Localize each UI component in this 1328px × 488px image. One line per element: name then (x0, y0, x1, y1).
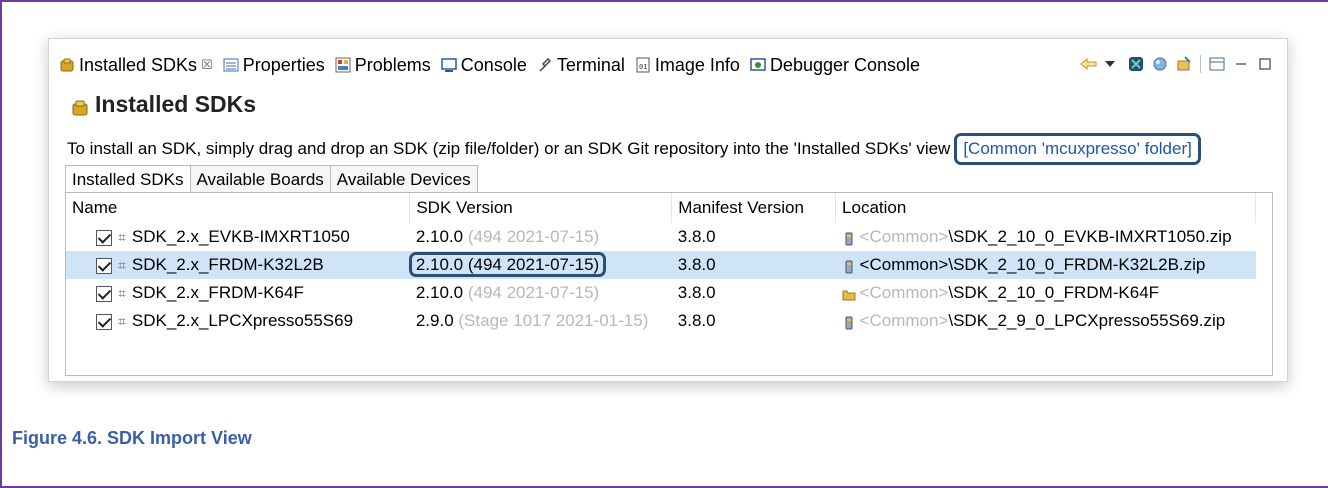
checkbox[interactable] (96, 257, 112, 274)
manifest-version: 3.8.0 (677, 227, 716, 246)
tab-installed-sdks-inner[interactable]: Installed SDKs (65, 165, 191, 193)
column-header-location[interactable]: Location (835, 193, 1256, 223)
view-menu-icon[interactable] (1209, 56, 1225, 72)
instruction-line: To install an SDK, simply drag and drop … (67, 133, 1201, 165)
column-header-sdk-version[interactable]: SDK Version (409, 193, 673, 223)
tab-label: Properties (242, 54, 325, 75)
sdk-version-detail: (Stage 1017 2021-01-15) (458, 311, 649, 330)
sdk-table: Name SDK Version Manifest Version Locati… (66, 193, 1256, 335)
image-info-icon: 01 (635, 57, 651, 73)
sdk-name: SDK_2.x_FRDM-K32L2B (131, 255, 324, 274)
table-header-row: Name SDK Version Manifest Version Locati… (66, 193, 1256, 223)
tab-label: Console (460, 54, 527, 75)
tab-debugger-console[interactable]: Debugger Console (750, 55, 920, 76)
sdk-icon (71, 96, 89, 115)
manifest-version: 3.8.0 (677, 283, 716, 302)
table-row[interactable]: ⌗ SDK_2.x_LPCXpresso55S69 2.9.0 (Stage 10… (66, 307, 1256, 335)
problems-icon (335, 57, 351, 73)
sdk-name: SDK_2.x_EVKB-IMXRT1050 (131, 227, 350, 246)
checkbox[interactable] (96, 285, 112, 302)
sdk-version-detail: (494 2021-07-15) (467, 255, 600, 274)
ide-screenshot: Installed SDKs ☒ Properties Problems Con… (48, 38, 1288, 382)
sdk-package-icon: ⌗ (118, 313, 126, 330)
toolbar-divider (1200, 55, 1201, 73)
panel-title-text: Installed SDKs (95, 91, 257, 117)
panel-title: Installed SDKs (71, 91, 256, 118)
console-icon (441, 57, 457, 73)
sdk-version: 2.10.0 (415, 227, 464, 246)
properties-icon (223, 57, 239, 73)
tab-available-boards[interactable]: Available Boards (189, 165, 331, 193)
location-path: \SDK_2_10_0_FRDM-K32L2B.zip (948, 255, 1206, 274)
sdk-version-highlight: 2.10.0 (494 2021-07-15) (408, 252, 607, 277)
tab-installed-sdks[interactable]: Installed SDKs ☒ (59, 55, 213, 76)
svg-text:01: 01 (639, 63, 647, 71)
tab-terminal[interactable]: Terminal (537, 55, 625, 76)
tab-problems[interactable]: Problems (335, 55, 431, 76)
maximize-icon[interactable] (1257, 56, 1273, 72)
chevron-down-icon[interactable] (1104, 56, 1120, 72)
tab-available-devices[interactable]: Available Devices (329, 165, 478, 193)
terminal-icon (537, 57, 553, 73)
tab-console[interactable]: Console (441, 55, 527, 76)
sdk-package-icon: ⌗ (118, 257, 126, 274)
sdk-version-detail: (494 2021-07-15) (467, 283, 600, 302)
location-prefix: <Common> (859, 311, 949, 330)
folder-icon (842, 287, 856, 301)
sdk-version: 2.10.0 (415, 283, 464, 302)
location-path: \SDK_2_10_0_EVKB-IMXRT1050.zip (948, 227, 1232, 246)
close-icon[interactable]: ☒ (201, 57, 213, 73)
document-frame: Installed SDKs ☒ Properties Problems Con… (0, 0, 1328, 488)
globe-icon[interactable] (1152, 56, 1168, 72)
table-row[interactable]: ⌗ SDK_2.x_FRDM-K64F 2.10.0 (494 2021-07-1… (66, 279, 1256, 307)
sdk-icon (59, 57, 75, 73)
tab-image-info[interactable]: 01 Image Info (635, 55, 740, 76)
tab-label: Installed SDKs (79, 54, 198, 75)
checkbox[interactable] (96, 313, 112, 330)
tab-label: Debugger Console (769, 54, 921, 75)
common-folder-link[interactable]: [Common 'mcuxpresso' folder] (954, 133, 1201, 165)
remove-icon[interactable] (1128, 56, 1144, 72)
figure-caption: Figure 4.6. SDK Import View (12, 428, 252, 448)
sdk-table-container: Name SDK Version Manifest Version Locati… (65, 192, 1273, 376)
location-path: \SDK_2_10_0_FRDM-K64F (948, 283, 1160, 302)
import-icon[interactable] (1176, 56, 1192, 72)
view-toolbar (1080, 55, 1273, 73)
instruction-text: To install an SDK, simply drag and drop … (67, 139, 951, 158)
column-header-manifest-version[interactable]: Manifest Version (671, 193, 837, 223)
minimize-icon[interactable] (1233, 56, 1249, 72)
sdk-package-icon: ⌗ (118, 285, 126, 302)
sdk-name: SDK_2.x_FRDM-K64F (131, 283, 304, 302)
location-prefix: <Common> (859, 255, 949, 274)
location-path: \SDK_2_9_0_LPCXpresso55S69.zip (948, 311, 1226, 330)
column-header-name[interactable]: Name (66, 193, 411, 223)
tab-properties[interactable]: Properties (223, 55, 325, 76)
location-prefix: <Common> (859, 283, 949, 302)
tab-label: Problems (354, 54, 431, 75)
zip-icon (842, 231, 856, 246)
sdk-package-icon: ⌗ (118, 229, 126, 246)
tab-label: Terminal (556, 54, 625, 75)
zip-icon (842, 315, 856, 330)
table-row[interactable]: ⌗ SDK_2.x_EVKB-IMXRT1050 2.10.0 (494 2021… (66, 223, 1256, 251)
debugger-console-icon (750, 57, 766, 73)
back-arrow-icon[interactable] (1080, 56, 1097, 72)
manifest-version: 3.8.0 (671, 251, 836, 279)
manifest-version: 3.8.0 (677, 311, 716, 330)
sdk-version: 2.10.0 (415, 255, 464, 274)
zip-icon (842, 259, 856, 274)
table-row[interactable]: ⌗ SDK_2.x_FRDM-K32L2B 2.10.0 (494 2021-07… (66, 251, 1256, 279)
inner-tab-strip: Installed SDKs Available Boards Availabl… (65, 165, 478, 193)
tab-label: Image Info (654, 54, 740, 75)
checkbox[interactable] (96, 229, 112, 246)
location-prefix: <Common> (859, 227, 949, 246)
sdk-version: 2.9.0 (415, 311, 454, 330)
sdk-name: SDK_2.x_LPCXpresso55S69 (131, 311, 354, 330)
sdk-version-detail: (494 2021-07-15) (467, 227, 600, 246)
